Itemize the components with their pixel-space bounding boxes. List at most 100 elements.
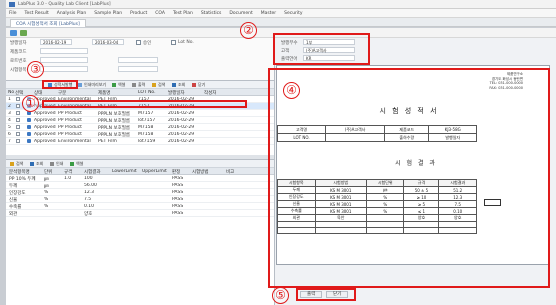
search-icon: [10, 162, 14, 166]
menu-test-plan[interactable]: Test Plan: [173, 11, 193, 16]
status-icon: [27, 139, 31, 143]
lot-check-label: Lot No.: [178, 40, 194, 45]
row-checkbox[interactable]: [16, 111, 20, 115]
close-icon: [192, 83, 196, 87]
menu-product[interactable]: Product: [130, 11, 147, 16]
result-row[interactable]: 신율% 7.5 PASS: [6, 196, 274, 203]
row-date: 2016-02-29: [168, 125, 195, 130]
new-icon[interactable]: [10, 30, 17, 36]
col-upper[interactable]: UpperLimit: [142, 169, 167, 174]
row-type: PP Product: [58, 111, 82, 116]
save-icon[interactable]: [20, 30, 27, 36]
result-search-button[interactable]: 검색: [10, 161, 24, 167]
tab-bar: COA 시험성적서 조회 [LabPlus]: [6, 18, 556, 27]
col-lot[interactable]: LOT No.: [138, 90, 156, 95]
row-no: 1: [8, 97, 11, 102]
row-date: 2016-02-29: [168, 118, 195, 123]
result-cell: %: [44, 197, 49, 202]
extra-input-2[interactable]: [118, 66, 158, 72]
window-title: LabPlus 3.0 - Quality Lab Client [LabPlu…: [18, 2, 111, 7]
date-to-input[interactable]: 2016-03-04: [92, 39, 124, 45]
tab-coa[interactable]: COA 시험성적서 조회 [LabPlus]: [10, 19, 86, 27]
result-cell: 0.10: [84, 204, 95, 209]
result-grid-header: 분석항목명 단위 규격 시험결과 LowerLimit UpperLimit 판…: [6, 168, 274, 175]
extra-input-1[interactable]: [118, 57, 158, 63]
menu-security[interactable]: Security: [284, 11, 302, 16]
result-cell: 1.0: [64, 176, 72, 181]
row-checkbox[interactable]: [16, 97, 20, 101]
row-type: PP Product: [58, 125, 82, 130]
coa-grid-header: No 선택 상태 구분 제품명 LOT No. 발행일자 작성자: [6, 89, 274, 96]
lot-checkbox[interactable]: [171, 40, 176, 45]
result-row[interactable]: 두께 ㎛ 56.00 PASS: [6, 182, 274, 189]
filter-panel: 발행일자 2016-02-19 2016-03-04 승인 Lot No. 제품…: [6, 38, 274, 80]
menu-master[interactable]: Master: [261, 11, 276, 16]
menu-coa[interactable]: COA: [155, 11, 165, 16]
product-input[interactable]: [40, 48, 88, 54]
close-grid-button[interactable]: 닫기: [192, 82, 206, 88]
coa-row[interactable]: 5 Approved PP Product PPPLN 보호필름 M7158 2016-0…: [6, 124, 274, 131]
row-lot: lot7157: [138, 118, 156, 123]
coa-list-grid: 성적서발행 인쇄미리보기 엑셀 출력 검색 조회 닫기 No 선택 상태 구분 …: [6, 80, 274, 155]
excel-icon: [112, 83, 116, 87]
menu-sample-plan[interactable]: Sample Plan: [94, 11, 122, 16]
date-from-input[interactable]: 2016-02-19: [40, 39, 72, 45]
row-date: 2016-02-29: [168, 132, 195, 137]
excel-button[interactable]: 엑셀: [112, 82, 126, 88]
status-checkbox[interactable]: [136, 40, 141, 45]
result-row[interactable]: 외관 양호 PASS: [6, 210, 274, 217]
print-button[interactable]: 출력: [132, 82, 146, 88]
callout-4: ④: [283, 82, 300, 99]
row-no: 4: [8, 118, 11, 123]
row-product: PET Film: [98, 139, 117, 144]
lot-input[interactable]: [40, 57, 88, 63]
query-button[interactable]: 조회: [172, 82, 186, 88]
lot-label: 로트번호: [10, 59, 27, 64]
row-date: 2016-02-29: [168, 111, 195, 116]
status-icon: [27, 132, 31, 136]
row-checkbox[interactable]: [16, 132, 20, 136]
col-lower[interactable]: LowerLimit: [112, 169, 137, 174]
result-cell: 100: [84, 176, 93, 181]
result-cell: %: [44, 190, 49, 195]
result-row[interactable]: PP 10% 두께 ㎛ 1.0 100 PASS: [6, 175, 274, 182]
result-cell: PASS: [172, 204, 184, 209]
menu-file[interactable]: File: [9, 11, 17, 16]
window-titlebar: LabPlus 3.0 - Quality Lab Client [LabPlu…: [6, 0, 556, 9]
row-checkbox[interactable]: [16, 125, 20, 129]
result-excel-button[interactable]: 엑셀: [70, 161, 84, 167]
result-print-button[interactable]: 인쇄: [50, 161, 64, 167]
result-cell: 12.3: [84, 190, 95, 195]
row-status: Approved: [34, 132, 56, 137]
result-query-button[interactable]: 조회: [30, 161, 44, 167]
row-checkbox[interactable]: [16, 139, 20, 143]
print-icon: [132, 83, 136, 87]
coa-row[interactable]: 7 Approved Environmental PET Film lot7159 201…: [6, 138, 274, 145]
row-lot: M7158: [138, 125, 154, 130]
row-status: Approved: [34, 125, 56, 130]
row-no: 7: [8, 139, 11, 144]
row-type: PP Product: [58, 132, 82, 137]
result-row[interactable]: 수축률% 0.10 PASS: [6, 203, 274, 210]
result-row[interactable]: 인장강도% 12.3 PASS: [6, 189, 274, 196]
coa-row[interactable]: 4 Approved PP Product PPPLN 보호필름 lot7157 2016…: [6, 117, 274, 124]
coa-row[interactable]: 6 Approved PP Product PPPLN 보호필름 M7158 2016-0…: [6, 131, 274, 138]
row-checkbox[interactable]: [16, 118, 20, 122]
menu-test-result[interactable]: Test Result: [25, 11, 49, 16]
menu-document[interactable]: Document: [229, 11, 252, 16]
row-checkbox[interactable]: [16, 104, 20, 108]
menu-statistics[interactable]: Statistics: [201, 11, 222, 16]
test-input[interactable]: [40, 66, 88, 72]
result-cell: PASS: [172, 197, 184, 202]
date-label: 발행일자: [10, 41, 27, 46]
coa-row[interactable]: 3 Approved PP Product PPPLN 보호필름 M7157 2016-0…: [6, 110, 274, 117]
highlight-bottom-buttons: [296, 288, 356, 301]
excel-icon: [70, 162, 74, 166]
col-no[interactable]: No: [8, 90, 14, 95]
menu-analysis-plan[interactable]: Analysis Plan: [57, 11, 87, 16]
menu-bar: File Test Result Analysis Plan Sample Pl…: [6, 9, 556, 18]
preview-button[interactable]: 인쇄미리보기: [78, 82, 107, 88]
result-cell: PASS: [172, 183, 184, 188]
search-button[interactable]: 검색: [152, 82, 166, 88]
row-no: 5: [8, 125, 11, 130]
